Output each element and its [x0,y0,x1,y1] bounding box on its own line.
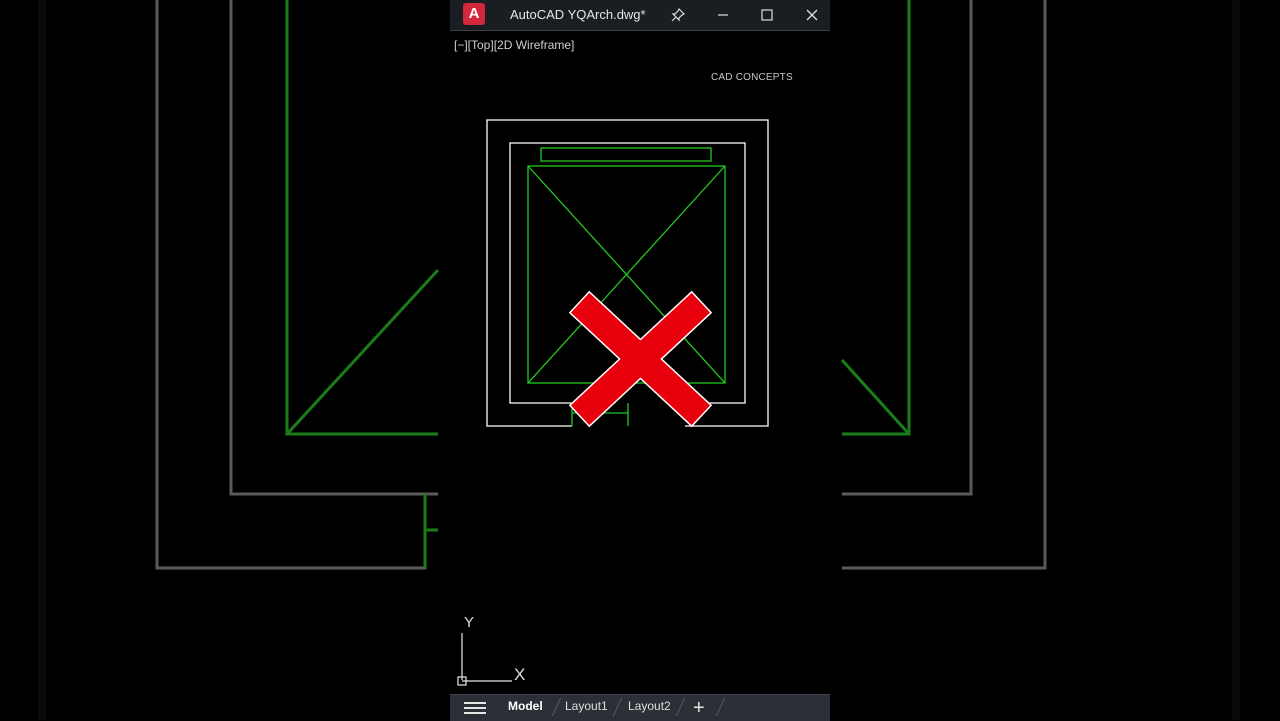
ucs-y-label: Y [464,614,475,631]
add-layout-button[interactable]: + [693,695,705,721]
tab-separator [675,698,686,716]
ucs-icon [457,633,512,686]
tab-layout2[interactable]: Layout2 [628,699,671,713]
tab-model[interactable]: Model [508,699,543,713]
tab-separator [551,698,562,716]
tab-separator [715,698,726,716]
ucs-x-label: X [514,665,526,684]
layout-tab-bar: Model Layout1 Layout2 + [450,694,830,721]
autocad-window: A AutoCAD YQArch.dwg* [−][Top][2D Wirefr… [450,0,830,721]
tab-separator [612,698,623,716]
tab-layout1[interactable]: Layout1 [565,699,608,713]
menu-icon[interactable] [464,697,486,719]
